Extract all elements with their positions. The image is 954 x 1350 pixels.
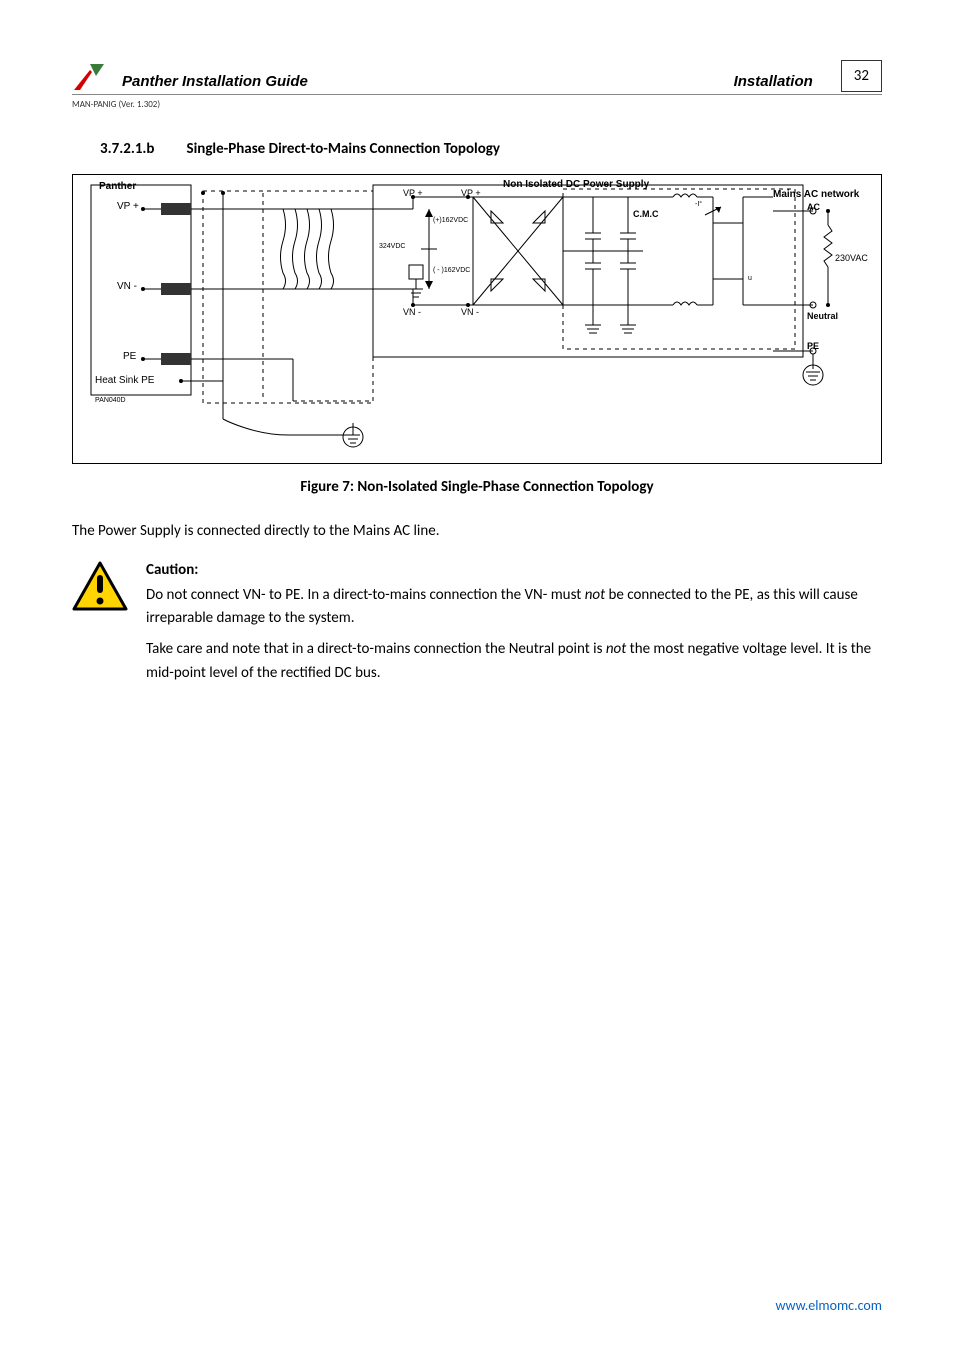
doc-title: Panther Installation Guide	[122, 73, 308, 92]
fig-vp-plus: VP +	[117, 201, 139, 212]
section-title: Single-Phase Direct-to-Mains Connection …	[187, 140, 501, 158]
fig-230vac: 230VAC	[835, 253, 868, 263]
brand-logo	[72, 62, 112, 92]
fig-v-minus-162: ( - )162VDC	[433, 267, 470, 274]
fig-pe-right: PE	[807, 341, 819, 351]
fig-neutral: Neutral	[807, 311, 838, 321]
fig-v-324: 324VDC	[379, 243, 405, 250]
header-left: Panther Installation Guide	[72, 62, 308, 92]
caution-block: Caution: Do not connect VN- to PE. In a …	[72, 559, 882, 693]
fig-vp-plus-b: VP +	[461, 188, 481, 198]
fig-panther-label: Panther	[99, 181, 136, 192]
fig-vn-minus-a: VN -	[403, 307, 421, 317]
fig-mains-title: Mains AC network	[773, 189, 859, 200]
page-header: Panther Installation Guide Installation …	[72, 60, 882, 95]
fig-pe: PE	[123, 351, 136, 362]
fig-vp-plus-a: VP +	[403, 188, 423, 198]
caution-text: Caution: Do not connect VN- to PE. In a …	[146, 559, 882, 693]
section-heading: 3.7.2.1.b Single-Phase Direct-to-Mains C…	[100, 140, 882, 158]
doc-reference: MAN-PANIG (Ver. 1.302)	[72, 99, 882, 110]
figure-caption: Figure 7: Non-Isolated Single-Phase Conn…	[72, 478, 882, 496]
fig-i-arrow: -I°	[695, 201, 702, 208]
fig-vn-minus: VN -	[117, 281, 137, 292]
caution-icon	[72, 561, 128, 693]
caution-paragraph-1: Do not connect VN- to PE. In a direct-to…	[146, 584, 882, 631]
body-paragraph-1: The Power Supply is connected directly t…	[72, 520, 882, 543]
page-number: 32	[841, 60, 882, 92]
footer-link[interactable]: www.elmomc.com	[775, 1297, 882, 1314]
fig-vn-minus-b: VN -	[461, 307, 479, 317]
caution-paragraph-2: Take care and note that in a direct-to-m…	[146, 638, 882, 685]
fig-v-plus-162: (+)162VDC	[433, 217, 468, 224]
fig-cmc: C.M.C	[633, 209, 659, 219]
figure-diagram: Panther VP + VN - PE Heat Sink PE PAN040…	[72, 174, 882, 464]
fig-psu-title: Non Isolated DC Power Supply	[503, 179, 649, 190]
fig-ac: AC	[807, 202, 820, 212]
fig-u: u	[748, 275, 752, 282]
section-number: 3.7.2.1.b	[100, 140, 155, 158]
fig-heat-sink-pe: Heat Sink PE	[95, 375, 154, 386]
footer: www.elmomc.com	[775, 1297, 882, 1314]
caution-title: Caution:	[146, 559, 882, 582]
section-name: Installation	[734, 73, 813, 92]
fig-pan-ref: PAN040D	[95, 397, 126, 404]
